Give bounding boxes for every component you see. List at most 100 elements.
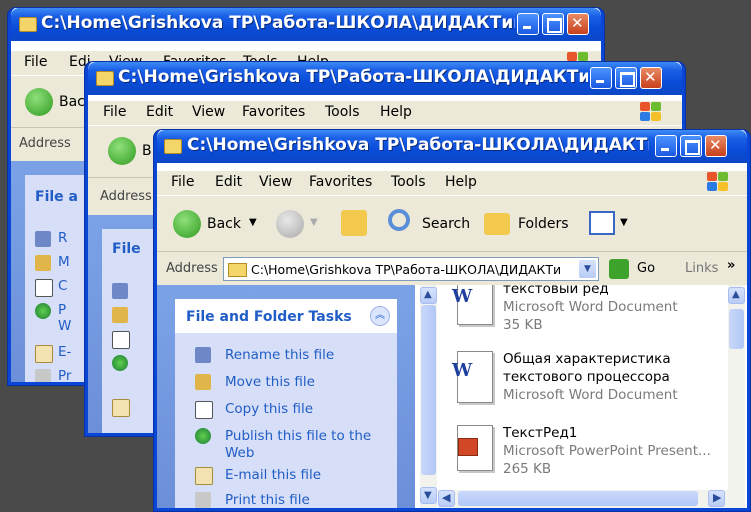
task-copy[interactable]: C: [58, 278, 67, 294]
task-email[interactable]: E-mail this file: [225, 467, 321, 483]
scroll-left-button[interactable]: ◀: [438, 490, 455, 507]
maximize-button[interactable]: [680, 135, 702, 157]
file-item[interactable]: W текстовый ред Microsoft Word Document …: [445, 285, 735, 339]
forward-dropdown-icon[interactable]: ▼: [310, 217, 318, 228]
task-publish-line2[interactable]: Web: [225, 445, 254, 461]
search-icon[interactable]: [388, 209, 410, 231]
task-pane: File: [88, 215, 162, 433]
views-icon[interactable]: [589, 211, 615, 235]
maximize-button[interactable]: [615, 67, 637, 89]
task-rename[interactable]: R: [58, 230, 67, 246]
file-name: Общая характеристика: [503, 351, 671, 367]
task-panel-header[interactable]: File and Folder Tasks: [186, 309, 352, 325]
collapse-icon[interactable]: ︽: [370, 306, 390, 326]
links-label[interactable]: Links: [685, 261, 718, 276]
powerpoint-presentation-icon: [457, 425, 493, 471]
email-icon: [112, 399, 130, 417]
scroll-thumb[interactable]: [421, 305, 436, 475]
scroll-right-button[interactable]: ▶: [708, 490, 725, 507]
scroll-up-button[interactable]: ▲: [420, 287, 437, 304]
menu-favorites[interactable]: Favorites: [242, 104, 305, 120]
task-publish-line2[interactable]: W: [58, 318, 71, 334]
minimize-button[interactable]: [590, 67, 612, 89]
task-email[interactable]: E-: [58, 344, 71, 360]
task-print[interactable]: Print this file: [225, 492, 310, 508]
scroll-down-button[interactable]: ▼: [420, 487, 437, 504]
window-title: C:\Home\Grishkova TP\Работа-ШКОЛА\ДИДАКТ…: [187, 135, 649, 155]
menu-help[interactable]: Help: [445, 174, 477, 190]
close-button[interactable]: ✕: [640, 67, 662, 89]
menu-bar: File Edit View Favorites Tools Help: [88, 101, 682, 125]
file-item[interactable]: ТекстРед1 Microsoft PowerPoint Present..…: [445, 423, 745, 487]
task-panel-header[interactable]: File: [112, 241, 141, 257]
back-dropdown-icon[interactable]: ▼: [249, 217, 257, 228]
menu-tools[interactable]: Tools: [391, 174, 426, 190]
task-move[interactable]: Move this file: [225, 374, 315, 390]
title-bar[interactable]: C:\Home\Grishkova TP\Работа-ШКОЛА\ДИДАКТ…: [157, 130, 747, 163]
menu-file[interactable]: File: [171, 174, 194, 190]
task-move[interactable]: M: [58, 254, 70, 270]
left-scrollbar[interactable]: ▲ ▼: [420, 285, 437, 508]
file-name: ТекстРед1: [503, 425, 578, 441]
chevron-right-icon[interactable]: »: [727, 258, 735, 273]
print-icon: [35, 369, 51, 382]
window-title: C:\Home\Grishkova TP\Работа-ШКОЛА\ДИДАКТ…: [118, 67, 588, 87]
menu-file[interactable]: File: [24, 54, 47, 70]
right-scrollbar[interactable]: ▲: [728, 285, 745, 490]
close-button[interactable]: ✕: [567, 13, 589, 35]
folders-label[interactable]: Folders: [518, 216, 569, 232]
menu-favorites[interactable]: Favorites: [309, 174, 372, 190]
back-icon[interactable]: [173, 210, 201, 238]
maximize-button[interactable]: [542, 13, 564, 35]
back-icon[interactable]: [25, 88, 53, 116]
scroll-thumb[interactable]: [729, 309, 744, 349]
go-label[interactable]: Go: [637, 261, 655, 276]
folders-icon[interactable]: [484, 213, 510, 235]
horizontal-scrollbar[interactable]: ◀ ▶: [438, 490, 745, 508]
file-item[interactable]: W Общая характеристика текстового процес…: [445, 347, 735, 417]
up-folder-icon[interactable]: [341, 210, 367, 236]
back-icon[interactable]: [108, 137, 136, 165]
views-dropdown-icon[interactable]: ▼: [620, 217, 628, 228]
back-label[interactable]: B: [142, 143, 152, 159]
go-icon[interactable]: [609, 259, 629, 279]
task-rename[interactable]: Rename this file: [225, 347, 334, 363]
title-bar[interactable]: C:\Home\Grishkova TP\Работа-ШКОЛА\ДИДАКТ…: [11, 8, 601, 41]
publish-web-icon: [112, 355, 128, 371]
title-bar[interactable]: C:\Home\Grishkova TP\Работа-ШКОЛА\ДИДАКТ…: [88, 62, 682, 95]
scroll-up-button[interactable]: ▲: [728, 287, 745, 304]
menu-edit[interactable]: Edit: [146, 104, 173, 120]
menu-help[interactable]: Help: [380, 104, 412, 120]
copy-icon: [195, 401, 213, 419]
minimize-button[interactable]: [517, 13, 539, 35]
task-copy[interactable]: Copy this file: [225, 401, 313, 417]
menu-edit[interactable]: Edit: [215, 174, 242, 190]
file-name-line2: текстового процессора: [503, 369, 670, 385]
task-panel-header[interactable]: File a: [35, 189, 78, 205]
scroll-thumb[interactable]: [458, 491, 698, 506]
word-document-icon: W: [452, 285, 493, 325]
address-input[interactable]: C:\Home\Grishkova TP\Работа-ШКОЛА\ДИДАКТ…: [223, 257, 599, 281]
menu-view[interactable]: View: [259, 174, 292, 190]
forward-icon[interactable]: [276, 210, 304, 238]
move-icon: [112, 307, 128, 323]
menu-view[interactable]: View: [192, 104, 225, 120]
file-type: Microsoft Word Document: [503, 387, 678, 403]
minimize-button[interactable]: [655, 135, 677, 157]
file-size: 35 KB: [503, 317, 543, 333]
copy-icon: [112, 331, 130, 349]
menu-file[interactable]: File: [103, 104, 126, 120]
word-document-icon: W: [452, 351, 493, 403]
task-publish[interactable]: P: [58, 302, 66, 318]
task-panel-header-bar[interactable]: File and Folder Tasks ︽: [175, 299, 397, 333]
address-dropdown-icon[interactable]: ▼: [579, 260, 596, 278]
menu-tools[interactable]: Tools: [325, 104, 360, 120]
task-print[interactable]: Pr: [58, 368, 71, 382]
search-label[interactable]: Search: [422, 216, 470, 232]
address-path: C:\Home\Grishkova TP\Работа-ШКОЛА\ДИДАКТ…: [251, 262, 562, 277]
task-publish[interactable]: Publish this file to the: [225, 428, 371, 444]
close-button[interactable]: ✕: [705, 135, 727, 157]
windows-logo-icon: [707, 172, 729, 192]
back-label[interactable]: Back: [207, 216, 241, 232]
folder-icon: [19, 17, 37, 32]
